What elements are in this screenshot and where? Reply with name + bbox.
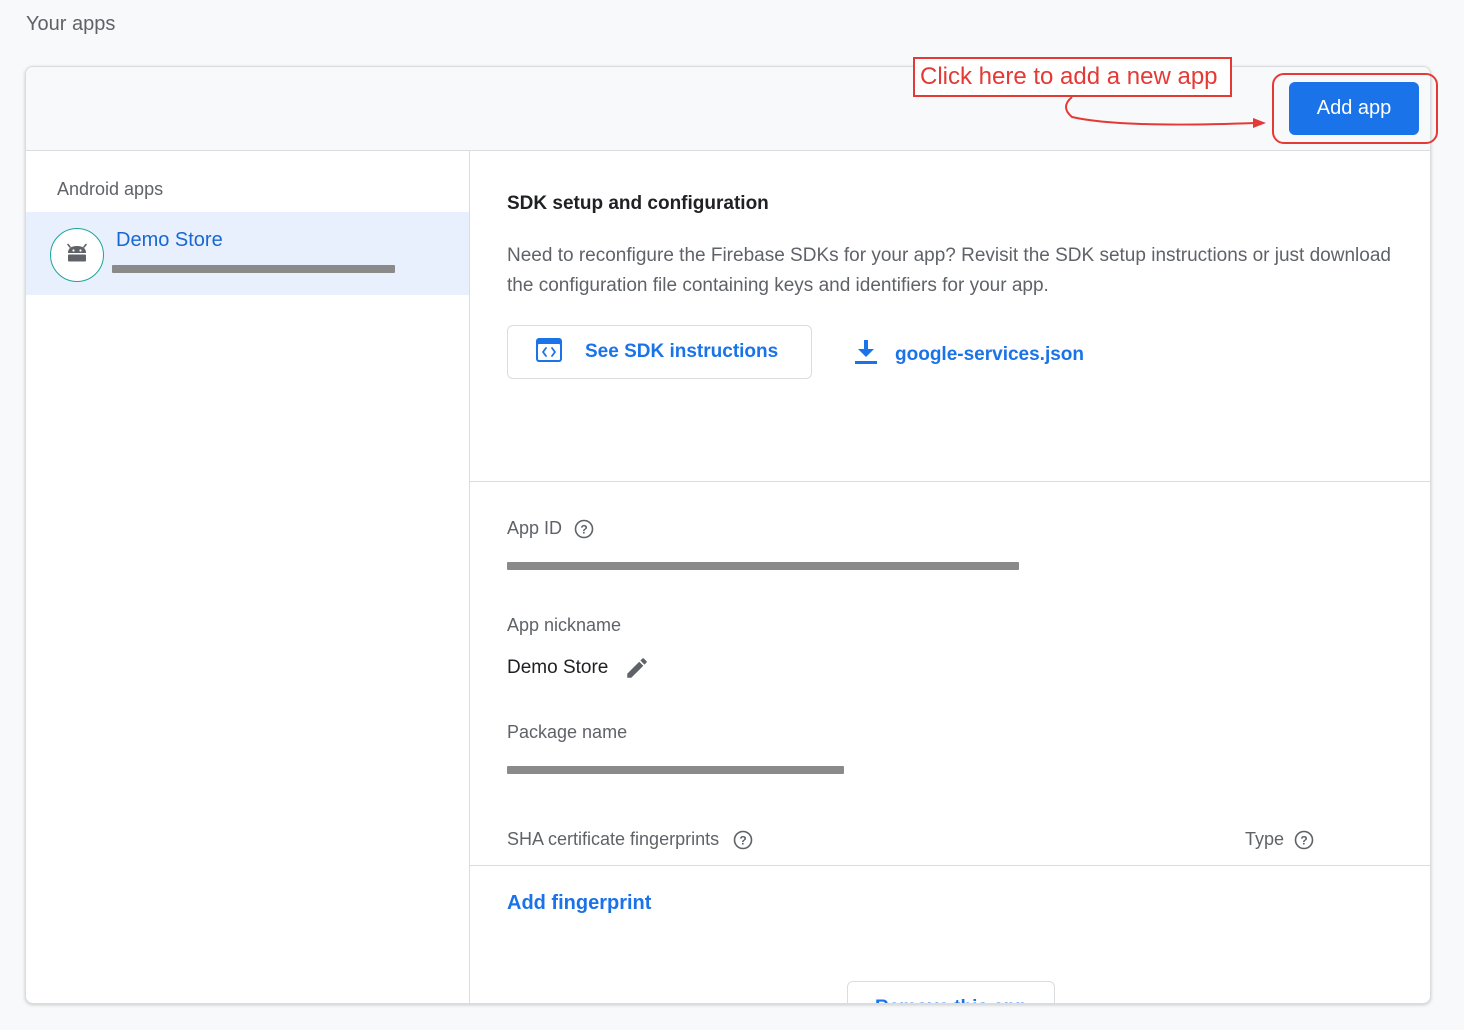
see-sdk-instructions-label: See SDK instructions: [585, 341, 779, 362]
type-column-label-text: Type: [1245, 829, 1285, 849]
page-heading: Your apps: [26, 13, 116, 35]
app-id-label-text: App ID: [507, 518, 563, 538]
app-nickname-label: App nickname: [507, 615, 622, 635]
download-config-link[interactable]: google-services.json: [853, 338, 1084, 371]
sha-fingerprints-label: SHA certificate fingerprints ?: [507, 829, 753, 850]
app-avatar: [50, 228, 104, 282]
see-sdk-instructions-button[interactable]: See SDK instructions: [507, 325, 812, 379]
sdk-section-title: SDK setup and configuration: [507, 193, 769, 214]
type-column-label: Type ?: [1245, 829, 1314, 850]
apps-card: Add app Android apps Demo Store SDK setu…: [25, 66, 1431, 1004]
annotation-callout: Click here to add a new app: [913, 57, 1232, 97]
add-fingerprint-link[interactable]: Add fingerprint: [507, 892, 651, 915]
redacted-package-value: [507, 766, 844, 774]
app-details-panel: SDK setup and configuration Need to reco…: [470, 151, 1430, 1003]
apps-sidebar: Android apps Demo Store: [26, 151, 470, 1003]
sha-fingerprints-label-text: SHA certificate fingerprints: [507, 829, 720, 849]
download-icon: [853, 338, 879, 371]
sidebar-item-label: Demo Store: [116, 229, 223, 251]
remove-app-button[interactable]: Remove this app: [847, 981, 1055, 1003]
svg-text:?: ?: [580, 522, 587, 536]
app-nickname-value: Demo Store: [507, 655, 650, 681]
android-icon: [65, 243, 89, 268]
edit-icon[interactable]: [624, 655, 650, 681]
sidebar-item-demo-store[interactable]: Demo Store: [26, 212, 469, 295]
help-icon[interactable]: ?: [733, 830, 753, 850]
redacted-app-id: [507, 562, 1019, 570]
add-app-button[interactable]: Add app: [1289, 82, 1419, 135]
sidebar-section-label: Android apps: [57, 179, 164, 199]
download-config-label: google-services.json: [895, 343, 1085, 365]
svg-text:?: ?: [739, 833, 746, 847]
app-nickname-value-text: Demo Store: [507, 657, 609, 678]
help-icon[interactable]: ?: [1294, 830, 1314, 850]
svg-text:?: ?: [1300, 833, 1307, 847]
section-divider: [470, 481, 1430, 482]
help-icon[interactable]: ?: [574, 519, 594, 539]
redacted-package-name: [112, 265, 395, 273]
code-window-icon: [535, 336, 563, 369]
app-id-label: App ID ?: [507, 518, 594, 539]
fingerprint-table-divider: [470, 865, 1430, 866]
package-name-label: Package name: [507, 722, 628, 742]
sdk-section-description: Need to reconfigure the Firebase SDKs fo…: [507, 245, 1391, 296]
annotation-text: Click here to add a new app: [920, 63, 1218, 90]
